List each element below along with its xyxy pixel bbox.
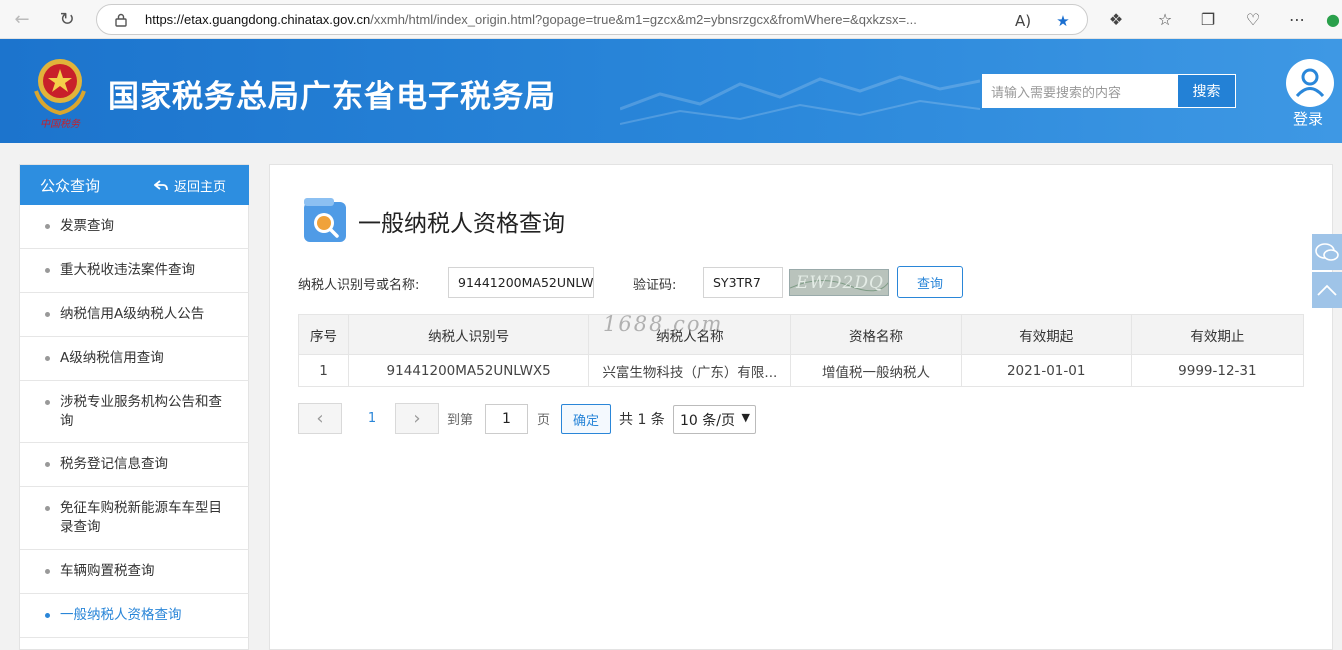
chevron-down-icon: ▼ bbox=[741, 411, 750, 424]
bullet-icon bbox=[45, 356, 50, 361]
back-home-link[interactable]: 返回主页 bbox=[154, 176, 226, 195]
sidebar: 公众查询 返回主页 发票查询 重大税收违法案件查询 纳税信用A级纳税人公告 A级… bbox=[19, 164, 249, 650]
great-wall-pattern bbox=[620, 75, 980, 125]
extensions-icon[interactable]: ❖ bbox=[1105, 8, 1127, 30]
table-cell: 增值税一般纳税人 bbox=[790, 354, 962, 387]
page-number[interactable]: 1 bbox=[362, 403, 382, 434]
back-to-top-button[interactable] bbox=[1312, 272, 1342, 308]
sidebar-item-credit-a-notice[interactable]: 纳税信用A级纳税人公告 bbox=[20, 293, 249, 337]
bullet-icon bbox=[45, 613, 50, 618]
sidebar-item-label: 发票查询 bbox=[60, 218, 114, 234]
table-row[interactable]: 1 91441200MA52UNLWX5 兴富生物科技（广东）有限... 增值税… bbox=[297, 354, 1305, 387]
user-avatar-icon[interactable] bbox=[1286, 59, 1334, 107]
bullet-icon bbox=[45, 224, 50, 229]
sidebar-item-tax-agency[interactable]: 涉税专业服务机构公告和查询 bbox=[20, 381, 249, 443]
sidebar-item-label: 车辆购置税查询 bbox=[60, 563, 155, 579]
table-cell: 兴富生物科技（广东）有限... bbox=[588, 354, 792, 387]
bullet-icon bbox=[45, 268, 50, 273]
sidebar-item-invoice-query[interactable]: 发票查询 bbox=[20, 205, 249, 249]
url-text: https://etax.guangdong.chinatax.gov.cn/x… bbox=[145, 12, 917, 27]
taxpayer-label: 纳税人识别号或名称: bbox=[298, 278, 420, 293]
sidebar-item-label: 涉税专业服务机构公告和查询 bbox=[60, 394, 222, 429]
table-cell: 2021-01-01 bbox=[960, 354, 1132, 387]
favorite-star-icon[interactable]: ★ bbox=[1053, 11, 1073, 31]
sidebar-item-label: 税务登记信息查询 bbox=[60, 456, 168, 472]
sidebar-item-major-violation[interactable]: 重大税收违法案件查询 bbox=[20, 249, 249, 293]
site-search-button[interactable]: 搜索 bbox=[1177, 74, 1236, 108]
chat-bubble-icon bbox=[1315, 243, 1339, 261]
prev-page-icon[interactable]: ‹ bbox=[298, 403, 342, 434]
bullet-icon bbox=[45, 569, 50, 574]
captcha-input[interactable]: SY3TR7 bbox=[703, 267, 783, 298]
table-cell: 1 bbox=[297, 354, 350, 387]
refresh-icon[interactable]: ↻ bbox=[53, 6, 81, 32]
sidebar-item-credit-a-query[interactable]: A级纳税信用查询 bbox=[20, 337, 249, 381]
column-header: 纳税人识别号 bbox=[348, 314, 590, 355]
page-title: 一般纳税人资格查询 bbox=[358, 211, 565, 237]
sidebar-item-vehicle-purchase-tax[interactable]: 车辆购置税查询 bbox=[20, 550, 249, 594]
bullet-icon bbox=[45, 506, 50, 511]
lock-icon bbox=[115, 13, 127, 27]
site-header: 中国税务 国家税务总局广东省电子税务局 请输入需要搜索的内容 搜索 登录 bbox=[0, 39, 1342, 143]
address-bar[interactable]: https://etax.guangdong.chinatax.gov.cn/x… bbox=[96, 4, 1088, 35]
captcha-label: 验证码: bbox=[633, 278, 677, 293]
captcha-image[interactable]: EWD2DQ bbox=[789, 269, 889, 296]
column-header: 有效期起 bbox=[960, 314, 1132, 355]
profile-icon[interactable]: ● bbox=[1322, 8, 1342, 30]
goto-prefix: 到第 bbox=[447, 413, 474, 428]
return-arrow-icon bbox=[154, 179, 168, 190]
sidebar-item-label: A级纳税信用查询 bbox=[60, 350, 164, 366]
sidebar-title: 公众查询 bbox=[40, 177, 101, 195]
sidebar-item-label: 重大税收违法案件查询 bbox=[60, 262, 195, 278]
sidebar-item-label: 一般纳税人资格查询 bbox=[60, 607, 182, 623]
site-title: 国家税务总局广东省电子税务局 bbox=[108, 79, 556, 115]
search-document-icon bbox=[304, 198, 346, 242]
browser-toolbar: ← ↻ https://etax.guangdong.chinatax.gov.… bbox=[0, 0, 1342, 39]
tax-emblem-logo: 中国税务 bbox=[34, 59, 86, 130]
taxpayer-id-input[interactable]: 91441200MA52UNLWX5 bbox=[448, 267, 594, 298]
goto-page-input[interactable]: 1 bbox=[485, 404, 528, 434]
chevron-up-icon bbox=[1317, 284, 1337, 296]
sidebar-item-new-energy-vehicles[interactable]: 免征车购税新能源车车型目录查询 bbox=[20, 487, 249, 550]
emblem-caption: 中国税务 bbox=[40, 118, 81, 130]
chat-float-button[interactable] bbox=[1312, 234, 1342, 270]
column-header: 有效期止 bbox=[1130, 314, 1305, 355]
main-panel: 一般纳税人资格查询 纳税人识别号或名称: 91441200MA52UNLWX5 … bbox=[269, 164, 1333, 650]
sidebar-item-label: 纳税信用A级纳税人公告 bbox=[60, 306, 205, 322]
query-button[interactable]: 查询 bbox=[897, 266, 963, 298]
login-link[interactable]: 登录 bbox=[1293, 108, 1323, 129]
watermark: 1688.com bbox=[603, 312, 724, 336]
sidebar-header: 公众查询 返回主页 bbox=[20, 165, 249, 205]
browser-essentials-icon[interactable]: ♡ bbox=[1242, 8, 1264, 30]
goto-suffix: 页 bbox=[537, 413, 551, 428]
favorites-icon[interactable]: ☆ bbox=[1154, 8, 1176, 30]
site-search-input[interactable]: 请输入需要搜索的内容 bbox=[982, 74, 1177, 108]
sidebar-item-general-taxpayer[interactable]: 一般纳税人资格查询 bbox=[20, 594, 249, 638]
back-home-label: 返回主页 bbox=[174, 180, 227, 195]
table-cell: 91441200MA52UNLWX5 bbox=[348, 354, 590, 387]
sidebar-item-label: 免征车购税新能源车车型目录查询 bbox=[60, 500, 222, 535]
bullet-icon bbox=[45, 400, 50, 405]
bullet-icon bbox=[45, 462, 50, 467]
next-page-icon[interactable]: › bbox=[395, 403, 439, 434]
table-cell: 9999-12-31 bbox=[1130, 354, 1305, 387]
bullet-icon bbox=[45, 312, 50, 317]
read-aloud-icon[interactable]: A) bbox=[1013, 11, 1033, 31]
confirm-page-button[interactable]: 确定 bbox=[561, 404, 611, 434]
page-size-select[interactable]: 10 条/页 ▼ bbox=[673, 405, 756, 434]
collections-icon[interactable]: ❐ bbox=[1197, 8, 1219, 30]
sidebar-item-registration[interactable]: 税务登记信息查询 bbox=[20, 443, 249, 487]
more-menu-icon[interactable]: ⋯ bbox=[1286, 8, 1308, 30]
page-size-value: 10 条/页 bbox=[680, 412, 735, 429]
total-count: 共 1 条 bbox=[619, 411, 665, 428]
back-arrow-icon[interactable]: ← bbox=[8, 6, 36, 32]
table-header-row: 序号 纳税人识别号 纳税人名称 资格名称 有效期起 有效期止 bbox=[297, 314, 1305, 355]
captcha-text: EWD2DQ bbox=[796, 273, 884, 293]
result-table: 序号 纳税人识别号 纳税人名称 资格名称 有效期起 有效期止 1 9144120… bbox=[297, 314, 1305, 387]
column-header: 资格名称 bbox=[790, 314, 962, 355]
column-header: 序号 bbox=[297, 314, 350, 355]
